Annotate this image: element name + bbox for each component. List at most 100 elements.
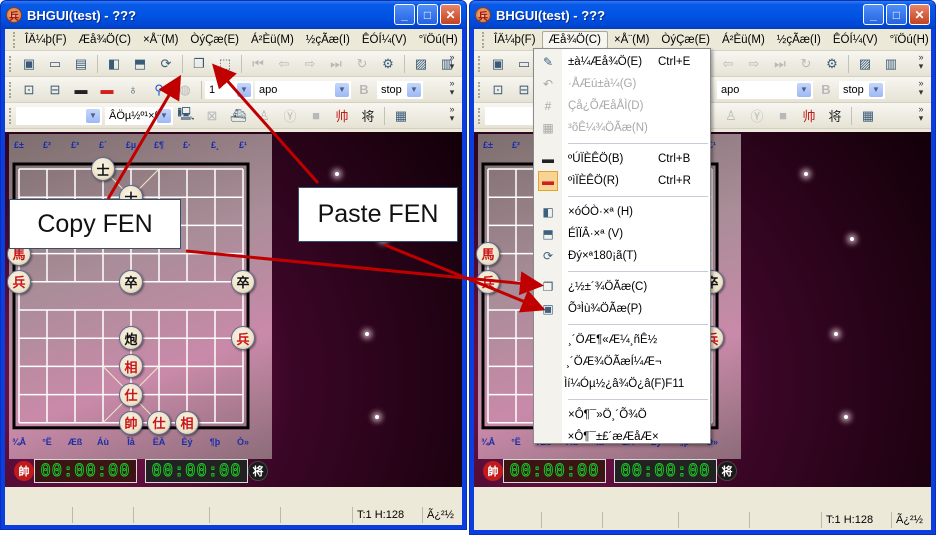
red-piece[interactable]: 仕 [119,382,143,407]
new-icon[interactable]: ▣ [488,54,508,74]
chevron-down-icon[interactable]: ▼ [335,82,349,97]
board-image-icon[interactable]: ▨ [411,54,431,74]
connect-icon[interactable]: ⚙ [822,54,842,74]
menu-item[interactable]: ⬒ ÉÏÏÂ·­×ª (V) [534,223,710,245]
red-piece[interactable]: 相 [175,410,199,435]
mode-select[interactable]: stop ▼ [839,80,885,99]
menu-position[interactable]: Æå¾Ö(C) [541,30,608,49]
board-image-icon[interactable]: ▨ [855,54,875,74]
toolbar-grip[interactable] [9,81,12,98]
connect-icon[interactable]: ⚙ [378,54,398,74]
toolbar-overflow-chevron-icon[interactable]: » ▾ [914,105,928,125]
load-engine-icon[interactable]: ⊡ [488,80,508,100]
bold-button[interactable]: B [816,80,836,100]
menu-item[interactable]: ▦ ³õÊ¼¾ÖÃæ(N) [534,117,710,139]
menu-view[interactable]: ÊÓÍ¼(V) [827,32,884,48]
menu-match[interactable]: Á²Èü(M) [716,32,771,48]
chevron-down-icon[interactable]: ▼ [86,108,100,123]
back-arrow-icon[interactable]: ⇦ [718,54,738,74]
red-piece[interactable]: 兵 [7,269,31,294]
menu-item[interactable]: ▬ ºÚÏÈÊÖ(B) Ctrl+B [534,148,710,170]
menu-help[interactable]: °ïÖú(H) [413,32,464,48]
menu-notation[interactable]: ×Å¨(M) [137,32,184,48]
engine-select[interactable]: apo ▼ [717,80,813,99]
menu-item[interactable]: ❐ ¿½±´¾ÖÃæ(C) [534,276,710,298]
menu-item[interactable]: ↶ ·ÅÆú±à¼­(G) [534,73,710,95]
board-layout-icon[interactable]: ▦ [391,106,411,126]
menu-item[interactable]: ×Ô¶¯»Ö¸´Õ¾Ö [534,404,710,426]
computer-icon[interactable]: 🖳 [176,106,196,126]
bold-button[interactable]: B [354,80,374,100]
save-icon[interactable]: ▤ [71,54,91,74]
stop-icon[interactable]: ■ [306,106,326,126]
maximize-button[interactable]: □ [417,4,438,25]
hint-pin-icon[interactable]: ♁ [123,80,143,100]
toolbar-grip[interactable] [478,55,481,72]
load-engine-icon[interactable]: ⊡ [19,80,39,100]
red-piece[interactable]: 帥 [119,410,143,435]
toolbar-grip[interactable] [478,107,481,124]
red-piece[interactable]: 仕 [147,410,171,435]
black-monitor-icon[interactable]: ▬ [71,80,91,100]
paste-fen-icon[interactable]: ⬚ [215,54,235,74]
toolbar-overflow-chevron-icon[interactable]: » ▾ [445,79,459,99]
menubar-grip[interactable] [13,31,15,48]
last-move-icon[interactable]: ⏭ [770,54,790,74]
red-monitor-icon[interactable]: ▬ [97,80,117,100]
board-layout-icon[interactable]: ▦ [858,106,878,126]
menu-item[interactable]: Ìí¼Óµ½¿â¾Ö¿â(F) F11 [534,373,710,395]
menu-engine[interactable]: ÒýÇæ(E) [184,32,245,48]
refresh-icon[interactable]: ↻ [352,54,372,74]
maximize-button[interactable]: □ [886,4,907,25]
menu-item[interactable]: ⟳ Ðý×ª180¡ã(T) [534,245,710,267]
minimize-button[interactable]: _ [863,4,884,25]
menubar-grip[interactable] [482,31,484,48]
menu-item[interactable]: # Çå¿ÕÆåÅÌ(D) [534,95,710,117]
black-piece[interactable]: 炮 [119,326,143,351]
menu-item[interactable]: ×Ô¶¯±£´æÆåÆ× [534,426,710,448]
open-folder-icon[interactable]: ▭ [45,54,65,74]
toolbar-overflow-chevron-icon[interactable]: » ▾ [914,53,928,73]
red-piece[interactable]: 馬 [476,241,500,266]
menu-notation[interactable]: ×Å¨(M) [608,32,655,48]
unload-engine-icon[interactable]: ⊟ [45,80,65,100]
refresh-icon[interactable]: ↻ [796,54,816,74]
person-icon[interactable]: ♙ [721,106,741,126]
turn-select[interactable]: ÂÖµ½º¹×ß ▼ [105,106,173,125]
title-bar[interactable]: 兵 BHGUI(test) - ??? _ □ ✕ [470,1,935,29]
menu-item[interactable]: ✎ ±à¼­Æå¾Ö(E) Ctrl+E [534,51,710,73]
forward-arrow-icon[interactable]: ⇨ [744,54,764,74]
flip-vertical-icon[interactable]: ⬒ [130,54,150,74]
depth-select[interactable]: 1 ▼ [205,80,253,99]
last-move-icon[interactable]: ⏭ [326,54,346,74]
open-folder-icon[interactable]: ▭ [514,54,534,74]
menu-item[interactable]: ¸´ÖÆ¾ÖÃæÍ¼Æ¬ [534,351,710,373]
menu-file[interactable]: ÎÄ¼þ(F) [19,32,73,48]
menu-item[interactable]: ◧ ×óÓÒ·­×ª (H) [534,201,710,223]
stop-icon[interactable]: ■ [773,106,793,126]
toolbar-grip[interactable] [478,81,481,98]
back-arrow-icon[interactable]: ⇦ [274,54,294,74]
title-bar[interactable]: 兵 BHGUI(test) - ??? _ □ ✕ [1,1,466,29]
mode-select[interactable]: stop ▼ [377,80,423,99]
close-button[interactable]: ✕ [909,4,930,25]
black-general-icon[interactable]: 将 [825,106,845,126]
menu-item[interactable]: ▬ ºìÏÈÊÖ(R) Ctrl+R [534,170,710,192]
person-icon[interactable]: ♙ [254,106,274,126]
black-general-icon[interactable]: 将 [358,106,378,126]
menu-item[interactable]: ¸´ÖÆ¶«Æ¼¸ñÊ½ [534,329,710,351]
black-piece[interactable]: 卒 [231,269,255,294]
menu-interface[interactable]: ½çÃæ(I) [300,32,356,48]
copy-fen-icon[interactable]: ❐ [189,54,209,74]
chevron-down-icon[interactable]: ▼ [869,82,883,97]
minimize-button[interactable]: _ [394,4,415,25]
unload-engine-icon[interactable]: ⊟ [514,80,534,100]
y-button-icon[interactable]: Ⓨ [280,106,300,126]
xiangqi-board[interactable] [9,134,272,459]
menu-file[interactable]: ÎÄ¼þ(F) [488,32,542,48]
red-piece[interactable]: 兵 [476,269,500,294]
toolbar-overflow-chevron-icon[interactable]: » ▾ [914,79,928,99]
toolbar-overflow-chevron-icon[interactable]: » ▾ [445,105,459,125]
menu-interface[interactable]: ½çÃæ(I) [771,32,827,48]
toolbar-grip[interactable] [9,107,12,124]
